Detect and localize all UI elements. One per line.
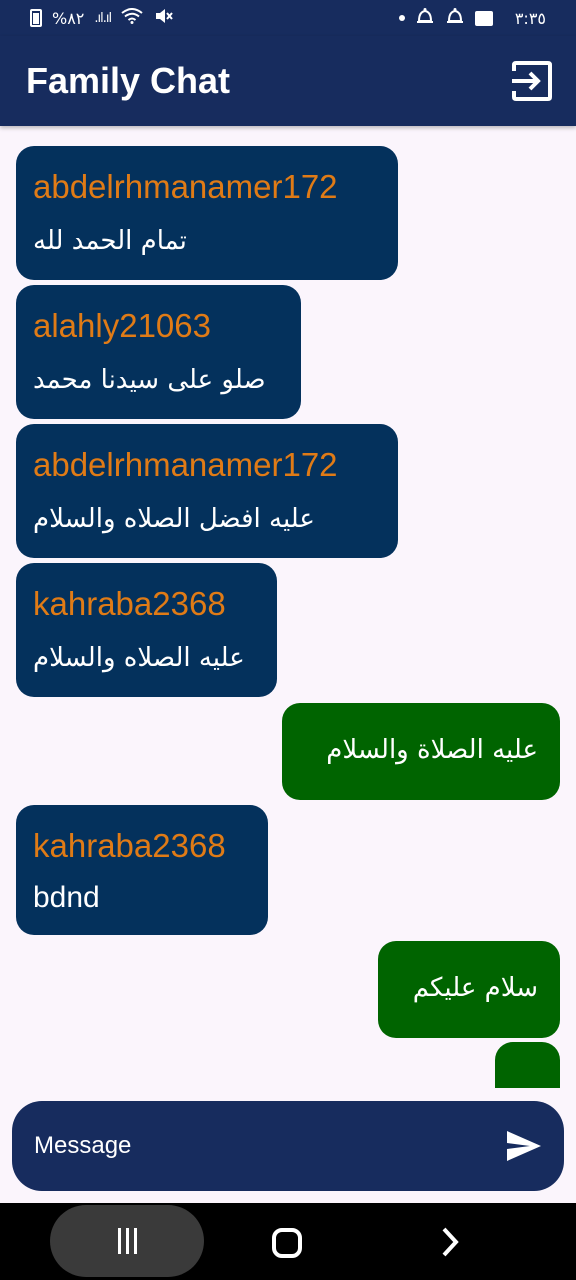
logout-icon [512,61,552,101]
status-bar: %٨٢ .ıl.ıl ٣:٣٥ [0,0,576,36]
message-bubble[interactable]: kahraba2368 bdnd [16,805,268,935]
back-icon [442,1227,459,1257]
message-text: عليه افضل الصلاه والسلام [33,504,315,534]
message-bubble-own[interactable] [495,1042,560,1088]
status-left: %٨٢ .ıl.ıl [30,7,173,29]
system-nav-bar [0,1203,576,1280]
message-text: عليه الصلاة والسلام [326,735,538,765]
message-sender: kahraba2368 [33,585,226,622]
message-bubble[interactable]: abdelrhmanamer172 تمام الحمد لله [16,146,398,280]
message-bubble-own[interactable]: سلام عليكم [378,941,560,1038]
mute-icon [153,7,173,29]
message-text: عليه الصلاه والسلام [33,643,245,673]
app-bar: Family Chat [0,36,576,126]
message-bubble-own[interactable]: عليه الصلاة والسلام [282,703,560,800]
message-composer [12,1101,564,1191]
recents-button[interactable] [50,1205,204,1277]
bell-icon [445,7,465,29]
message-text: تمام الحمد لله [33,226,187,256]
message-bubble[interactable]: abdelrhmanamer172 عليه افضل الصلاه والسل… [16,424,398,558]
message-sender: alahly21063 [33,307,211,344]
back-button[interactable] [436,1225,466,1259]
recents-icon [117,1228,121,1254]
battery-level: %٨٢ [52,8,85,28]
message-bubble[interactable]: kahraba2368 عليه الصلاه والسلام [16,563,277,697]
message-sender: abdelrhmanamer172 [33,446,338,483]
notification-dot-icon [398,15,405,21]
status-right: ٣:٣٥ [398,7,546,29]
message-bubble[interactable]: alahly21063 صلو على سيدنا محمد [16,285,301,419]
send-button[interactable] [502,1124,546,1168]
app-title: Family Chat [26,60,231,101]
signal-icon: .ıl.ıl [94,10,112,26]
chat-message-list[interactable]: abdelrhmanamer172 تمام الحمد لله alahly2… [0,126,576,1088]
message-text: صلو على سيدنا محمد [33,365,266,395]
logout-button[interactable] [508,57,556,105]
message-input[interactable] [34,1132,474,1160]
message-text: bdnd [33,881,100,914]
battery-icon [30,9,42,27]
bell-icon [415,7,435,29]
clock-time: ٣:٣٥ [514,8,546,28]
message-sender: abdelrhmanamer172 [33,168,338,205]
message-sender: kahraba2368 [33,827,226,864]
home-button[interactable] [272,1228,302,1258]
wifi-icon [121,8,143,28]
message-notification-icon [474,10,493,26]
send-icon [507,1131,541,1161]
message-text: سلام عليكم [412,973,538,1003]
